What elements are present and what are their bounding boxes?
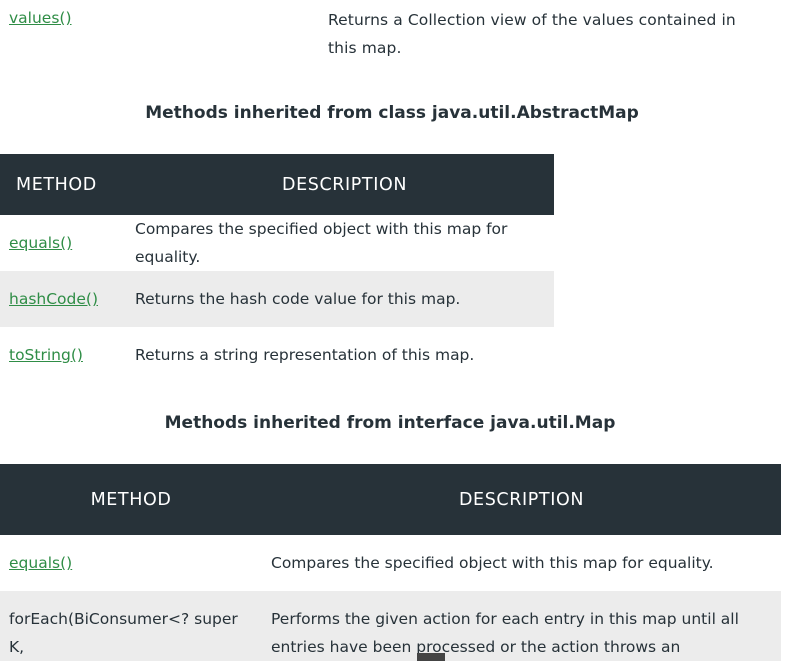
method-description: Returns a string representation of this … <box>135 346 475 364</box>
table-row: hashCode() Returns the hash code value f… <box>0 271 554 327</box>
values-row: values() Returns a Collection view of th… <box>0 0 788 72</box>
method-description: Returns the hash code value for this map… <box>126 271 554 327</box>
table-row: equals() Compares the specified object w… <box>0 215 554 271</box>
method-description: Compares the specified object with this … <box>271 554 714 572</box>
abstractmap-methods-table: METHOD DESCRIPTION equals() Compares the… <box>0 154 554 383</box>
map-methods-table: METHOD DESCRIPTION equals() Compares the… <box>0 464 781 661</box>
description-column-header: DESCRIPTION <box>262 464 781 535</box>
values-description: Returns a Collection view of the values … <box>328 11 736 57</box>
page: values() Returns a Collection view of th… <box>0 0 788 661</box>
table-row: equals() Compares the specified object w… <box>0 535 781 591</box>
values-method-link[interactable]: values() <box>9 8 72 28</box>
method-description: Compares the specified object with this … <box>135 220 508 266</box>
tostring-method-link[interactable]: toString() <box>9 346 83 364</box>
map-section-heading: Methods inherited from interface java.ut… <box>164 413 616 433</box>
table-row: forEach(BiConsumer<? super K, Performs t… <box>0 591 781 661</box>
equals-method-link[interactable]: equals() <box>9 554 72 572</box>
method-column-header: METHOD <box>0 464 262 535</box>
hashcode-method-link[interactable]: hashCode() <box>9 290 98 308</box>
abstractmap-section-heading: Methods inherited from class java.util.A… <box>145 103 639 123</box>
table-header-row: METHOD DESCRIPTION <box>0 464 781 535</box>
scroll-handle[interactable] <box>417 653 445 661</box>
table-header-row: METHOD DESCRIPTION <box>0 154 554 215</box>
method-column-header: METHOD <box>0 154 126 215</box>
description-column-header: DESCRIPTION <box>126 154 554 215</box>
equals-method-link[interactable]: equals() <box>9 234 72 252</box>
table-row: toString() Returns a string representati… <box>0 327 554 383</box>
foreach-method-signature: forEach(BiConsumer<? super K, <box>0 591 262 661</box>
method-description: Performs the given action for each entry… <box>262 591 781 661</box>
